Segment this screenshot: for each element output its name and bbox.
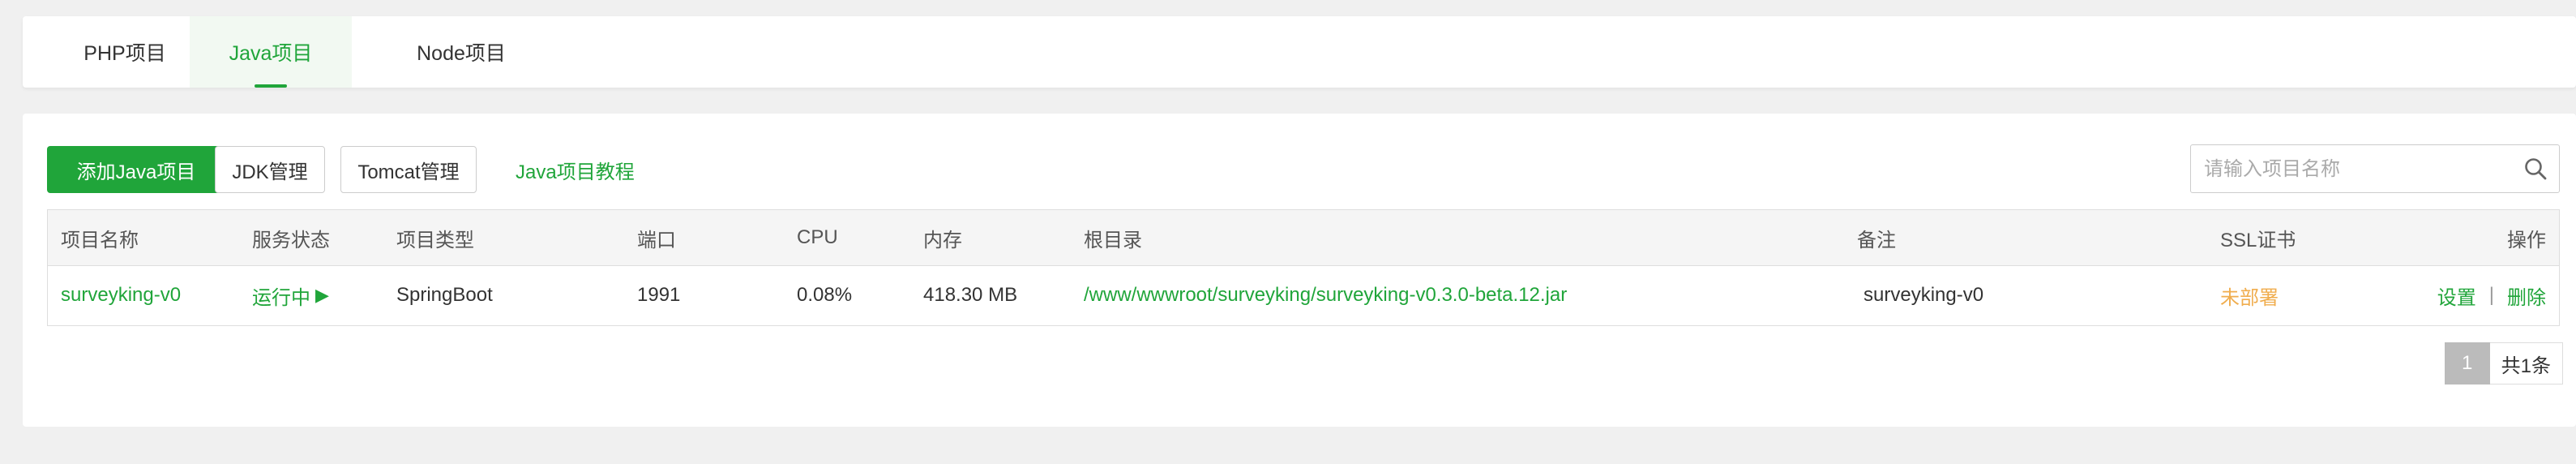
col-header-ssl: SSL证书 [2220, 229, 2296, 251]
table-header: 项目名称 服务状态 项目类型 端口 CPU 内存 根目录 备注 SSL证书 操作 [48, 210, 2559, 266]
project-type: SpringBoot [396, 284, 493, 306]
total-count: 共1条 [2489, 342, 2563, 385]
action-separator: | [2488, 284, 2494, 306]
service-status[interactable]: 运行中 ▶ [252, 265, 329, 325]
java-tutorial-link[interactable]: Java项目教程 [516, 146, 635, 193]
project-table: 项目名称 服务状态 项目类型 端口 CPU 内存 根目录 备注 SSL证书 操作… [47, 209, 2560, 326]
project-memory: 418.30 MB [923, 284, 1018, 306]
tomcat-manage-button[interactable]: Tomcat管理 [340, 146, 477, 193]
ssl-status-link[interactable]: 未部署 [2220, 265, 2279, 325]
project-root-link[interactable]: /www/wwwroot/surveyking/surveyking-v0.3.… [1084, 265, 1567, 325]
add-java-project-button[interactable]: 添加Java项目 [47, 146, 225, 193]
tab-java[interactable]: Java项目 [190, 16, 352, 88]
col-header-status: 服务状态 [252, 229, 330, 251]
search-box [2190, 144, 2560, 194]
row-actions: 设置 | 删除 [2437, 265, 2546, 325]
project-note[interactable]: surveyking-v0 [1864, 265, 1983, 325]
project-port: 1991 [637, 284, 681, 306]
col-header-memory: 内存 [923, 229, 962, 251]
col-header-actions: 操作 [2507, 229, 2546, 251]
search-icon[interactable] [2523, 157, 2548, 181]
pagination: 1 共1条 [2444, 342, 2563, 385]
col-header-cpu: CPU [797, 226, 838, 248]
tab-php[interactable]: PHP项目 [39, 16, 211, 88]
jdk-manage-button[interactable]: JDK管理 [215, 146, 325, 193]
project-panel: 添加Java项目 JDK管理 Tomcat管理 Java项目教程 项目名称 服务… [23, 114, 2576, 427]
col-header-port: 端口 [637, 229, 676, 251]
search-input[interactable] [2202, 145, 2497, 194]
delete-link[interactable]: 删除 [2507, 281, 2546, 310]
play-icon: ▶ [315, 285, 329, 305]
project-type-tabs: PHP项目 Java项目 Node项目 [23, 16, 2576, 88]
col-header-name: 项目名称 [61, 229, 139, 251]
table-row: surveyking-v0 运行中 ▶ SpringBoot 1991 0.08… [48, 265, 2559, 325]
status-text: 运行中 [252, 286, 310, 309]
project-name-link[interactable]: surveyking-v0 [61, 265, 181, 325]
page-1-button[interactable]: 1 [2444, 342, 2490, 385]
col-header-root: 根目录 [1084, 229, 1142, 251]
col-header-note: 备注 [1857, 229, 1896, 251]
project-cpu: 0.08% [797, 284, 853, 306]
settings-link[interactable]: 设置 [2437, 281, 2476, 310]
tab-node[interactable]: Node项目 [352, 16, 571, 88]
col-header-type: 项目类型 [396, 229, 474, 251]
